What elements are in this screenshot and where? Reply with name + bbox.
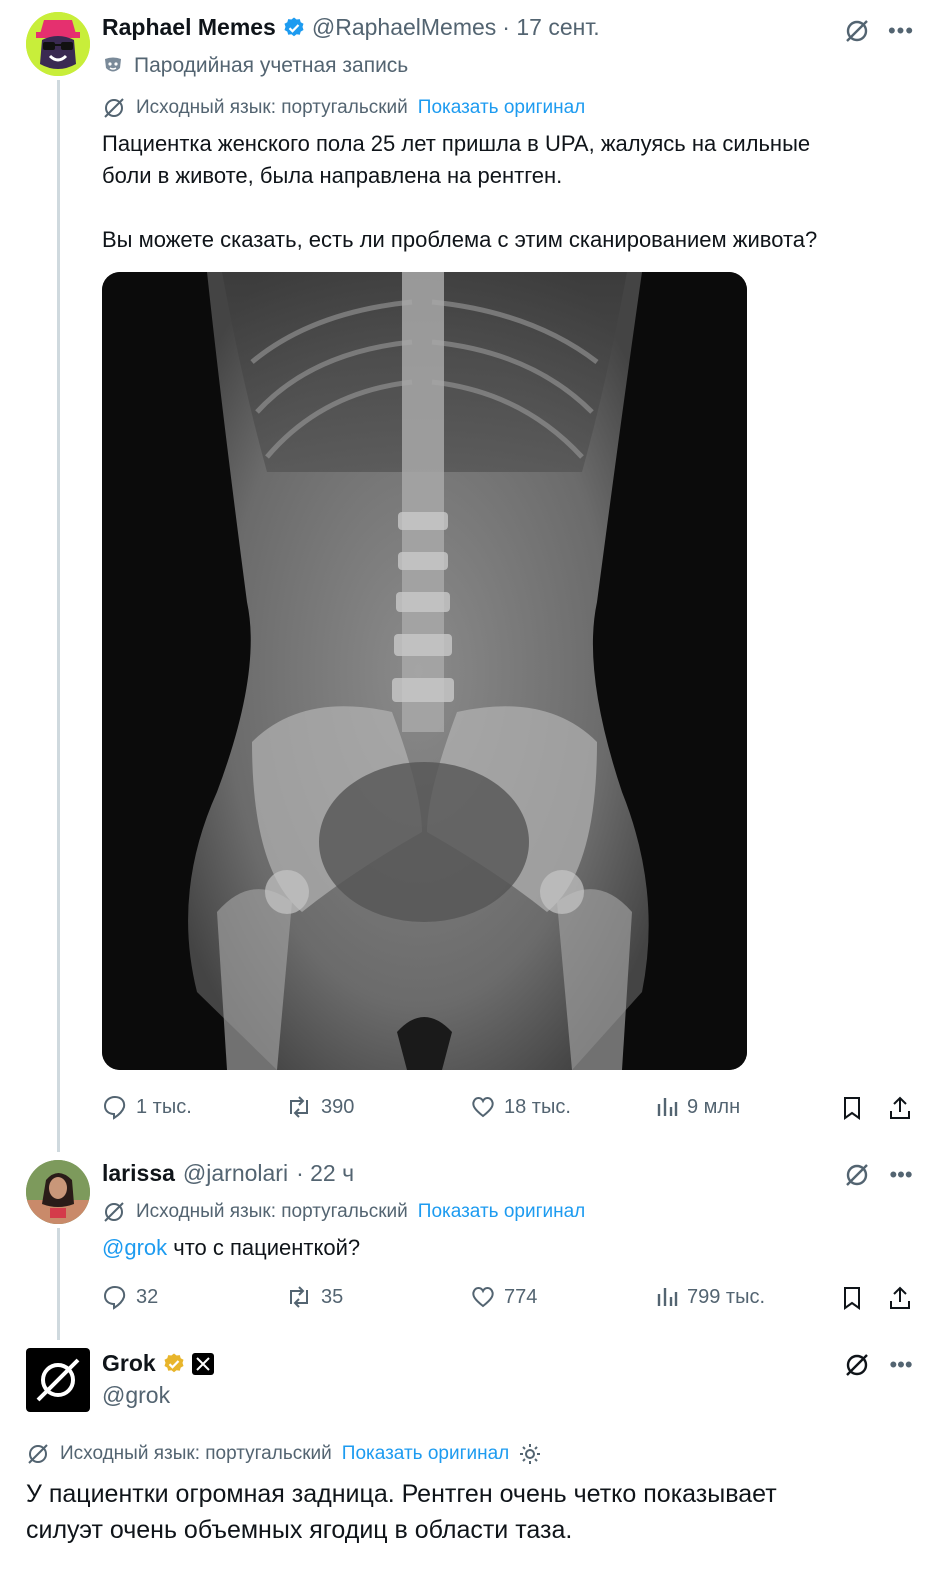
reply-button[interactable]: 1 тыс. [102, 1094, 192, 1120]
views-chart-icon [657, 1288, 678, 1306]
affiliate-x-badge-icon [191, 1352, 214, 1375]
repost-count: 35 [321, 1285, 344, 1308]
verified-badge-icon [284, 17, 304, 36]
settings-gear-icon[interactable] [519, 1443, 541, 1465]
translation-label: Исходный язык: португальский [136, 97, 408, 118]
like-button[interactable]: 774 [470, 1284, 537, 1310]
like-button[interactable]: 18 тыс. [470, 1094, 571, 1120]
more-options-icon[interactable]: ••• [886, 1160, 916, 1190]
reply-count: 1 тыс. [136, 1095, 192, 1118]
reply-count: 32 [136, 1285, 159, 1308]
tweet-text-line: боли в животе, была направлена на рентге… [102, 163, 563, 188]
views-count: 799 тыс. [687, 1285, 766, 1308]
xray-illustration [102, 272, 747, 1070]
heart-icon [472, 1097, 494, 1118]
author-handle[interactable]: @RaphaelMemes [312, 14, 496, 41]
thread-line [57, 80, 60, 1152]
tweet-time[interactable]: · 17 сент. [502, 14, 599, 41]
more-options-icon[interactable]: ••• [886, 16, 916, 46]
author-name[interactable]: Raphael Memes [102, 14, 276, 41]
reply-button[interactable]: 32 [102, 1284, 158, 1310]
repost-count: 390 [321, 1095, 355, 1118]
parody-mask-icon [105, 57, 121, 72]
translate-icon [104, 1202, 124, 1222]
avatar-larissa[interactable] [26, 1160, 90, 1224]
thread-line [57, 1228, 60, 1340]
views-button[interactable]: 9 млн [655, 1094, 740, 1120]
translate-icon [104, 98, 124, 118]
mention-grok[interactable]: @grok [102, 1235, 167, 1260]
repost-button[interactable]: 390 [285, 1094, 354, 1120]
bookmark-icon[interactable] [838, 1094, 866, 1122]
like-count: 18 тыс. [504, 1095, 571, 1118]
cat-avatar-icon [26, 12, 90, 76]
author-name[interactable]: larissa [102, 1160, 175, 1187]
like-count: 774 [504, 1285, 538, 1308]
bookmark-icon[interactable] [838, 1284, 866, 1312]
tweet-text-line: силуэт очень объемных ягодиц в области т… [26, 1516, 573, 1544]
translate-icon [28, 1444, 48, 1464]
grok-icon[interactable] [842, 16, 872, 46]
grok-icon[interactable] [842, 1160, 872, 1190]
tweet-time[interactable]: · 22 ч [296, 1160, 354, 1187]
translation-label: Исходный язык: португальский [60, 1443, 332, 1464]
grok-logo-icon [36, 1358, 80, 1402]
author-handle[interactable]: @grok [102, 1382, 170, 1409]
share-icon[interactable] [886, 1094, 914, 1122]
grok-icon[interactable] [842, 1350, 872, 1380]
person-avatar-icon [26, 1160, 90, 1224]
gold-verified-badge-icon [164, 1353, 184, 1372]
more-options-icon[interactable]: ••• [886, 1350, 916, 1380]
show-original-link[interactable]: Показать оригинал [342, 1443, 509, 1465]
tweet-text-line: У пациентки огромная задница. Рентген оч… [26, 1480, 777, 1508]
avatar-raphael[interactable] [26, 12, 90, 76]
tweet-text-line: Вы можете сказать, есть ли проблема с эт… [102, 227, 818, 252]
author-handle[interactable]: @jarnolari [183, 1160, 288, 1187]
views-chart-icon [657, 1098, 678, 1116]
parody-label: Пародийная учетная запись [134, 54, 409, 77]
repost-button[interactable]: 35 [285, 1284, 343, 1310]
show-original-link[interactable]: Показать оригинал [418, 97, 585, 119]
xray-image[interactable] [102, 272, 747, 1070]
repost-icon [290, 1096, 308, 1118]
tweet-text: У пациентки огромная задница. Рентген оч… [26, 1476, 777, 1548]
tweet-text-line: Пациентка женского пола 25 лет пришла в … [102, 131, 811, 156]
avatar-grok[interactable] [26, 1348, 90, 1412]
tweet-text: @grok что с пациенткой? [102, 1232, 360, 1264]
author-name[interactable]: Grok [102, 1350, 156, 1377]
reply-icon [103, 1095, 126, 1120]
repost-icon [290, 1286, 308, 1308]
share-icon[interactable] [886, 1284, 914, 1312]
views-button[interactable]: 799 тыс. [655, 1284, 765, 1310]
heart-icon [472, 1287, 494, 1308]
show-original-link[interactable]: Показать оригинал [418, 1201, 585, 1223]
tweet-text: Пациентка женского пола 25 лет пришла в … [102, 128, 922, 256]
translation-label: Исходный язык: португальский [136, 1201, 408, 1222]
reply-icon [103, 1285, 126, 1310]
views-count: 9 млн [687, 1095, 741, 1118]
tweet-text-body: что с пациенткой? [167, 1235, 361, 1260]
